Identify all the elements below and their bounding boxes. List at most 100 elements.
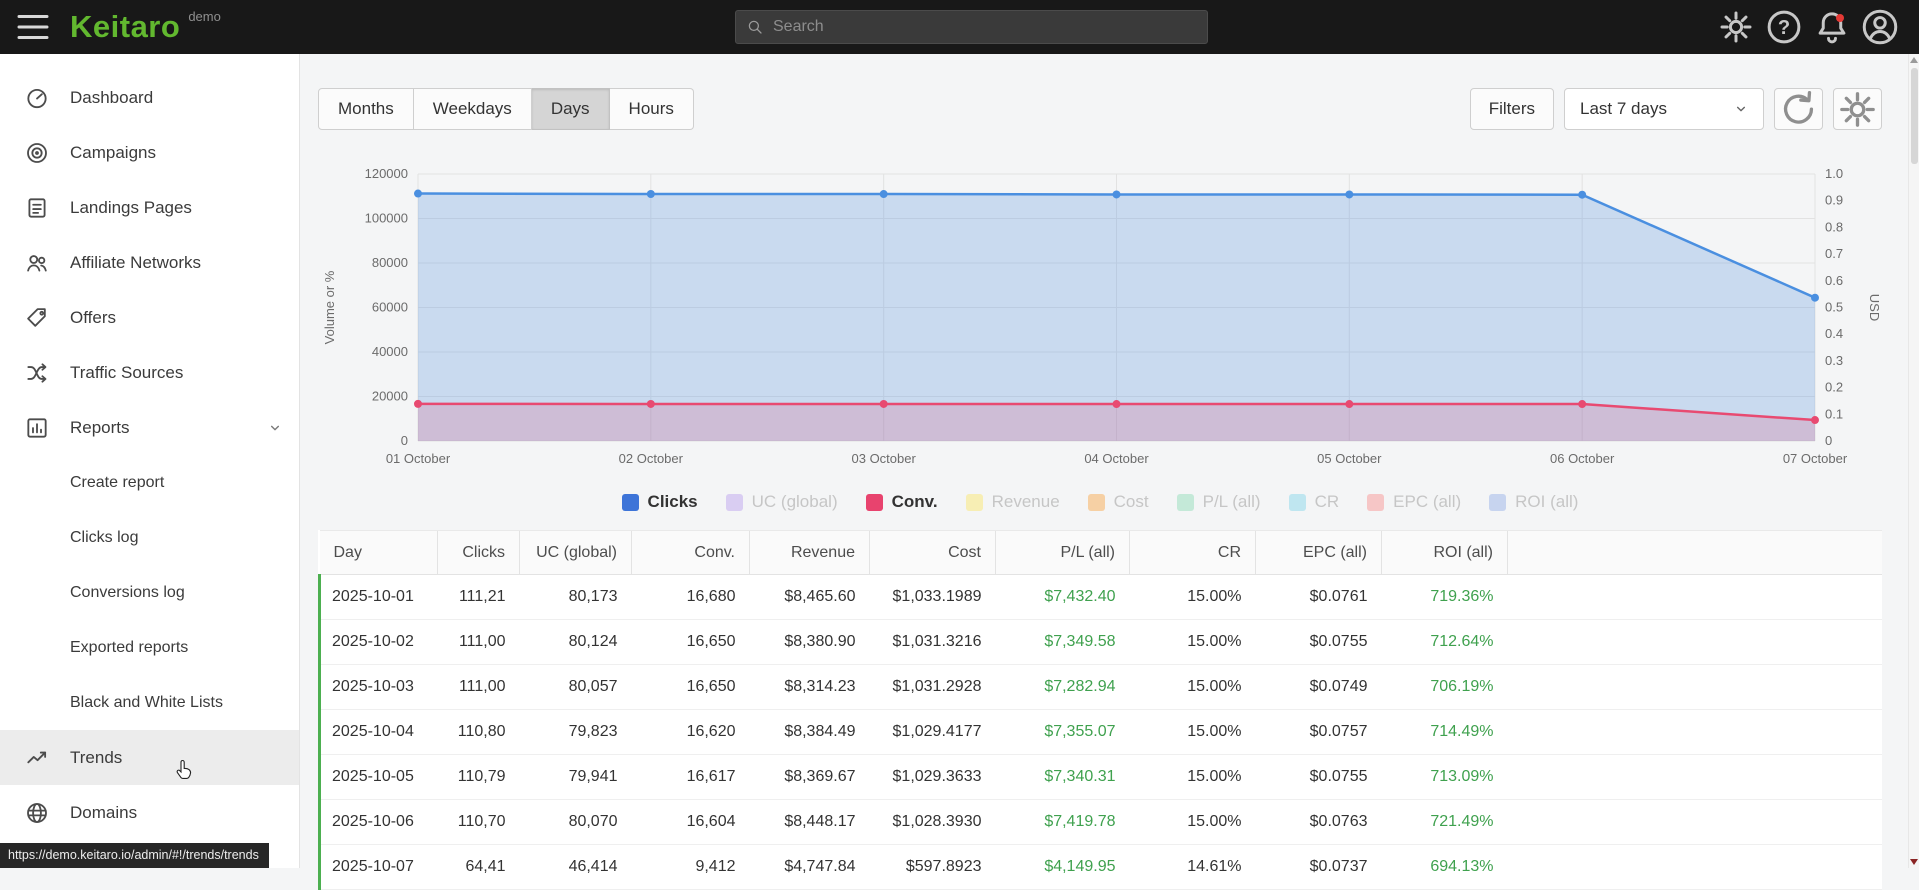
sidebar-item-domains[interactable]: Domains (0, 785, 299, 840)
sidebar-item-landings-pages[interactable]: Landings Pages (0, 180, 299, 235)
column-header-conv[interactable]: Conv. (632, 531, 750, 575)
traffic-icon (24, 360, 50, 386)
sidebar-item-create-report[interactable]: Create report (0, 455, 299, 510)
sidebar-item-exported-reports[interactable]: Exported reports (0, 620, 299, 675)
svg-text:06 October: 06 October (1550, 451, 1615, 466)
tab-days[interactable]: Days (532, 88, 610, 130)
table-cell: $4,149.95 (996, 845, 1130, 890)
svg-text:07 October: 07 October (1783, 451, 1848, 466)
scrollbar[interactable] (1908, 54, 1919, 868)
sidebar-item-affiliate-networks[interactable]: Affiliate Networks (0, 235, 299, 290)
topbar-actions: ? (1715, 6, 1907, 48)
legend-item-uc-global[interactable]: UC (global) (726, 492, 838, 512)
legend-label: UC (global) (752, 492, 838, 512)
table-cell: 714.49% (1382, 710, 1508, 755)
column-header-filler (1508, 531, 1883, 575)
sidebar-item-label: Trends (70, 748, 122, 768)
svg-text:?: ? (1778, 17, 1790, 39)
trends-chart: 01 October02 October03 October04 October… (318, 160, 1898, 478)
svg-text:USD: USD (1867, 294, 1882, 321)
column-header-p-l-all[interactable]: P/L (all) (996, 531, 1130, 575)
trends-chart-block: 01 October02 October03 October04 October… (318, 160, 1898, 512)
table-cell: 719.36% (1382, 575, 1508, 620)
report-toolbar: MonthsWeekdaysDaysHours Filters Last 7 d… (318, 88, 1882, 130)
table-cell: 111,00 (438, 620, 520, 665)
table-cell: $8,384.49 (750, 710, 870, 755)
sidebar-item-dashboard[interactable]: Dashboard (0, 70, 299, 125)
sidebar-item-offers[interactable]: Offers (0, 290, 299, 345)
legend-item-cr[interactable]: CR (1289, 492, 1340, 512)
table-cell: 110,80 (438, 710, 520, 755)
table-row: 2025-10-02111,0080,12416,650$8,380.90$1,… (320, 620, 1883, 665)
legend-item-revenue[interactable]: Revenue (966, 492, 1060, 512)
search-input[interactable] (773, 18, 1197, 36)
column-header-epc-all[interactable]: EPC (all) (1256, 531, 1382, 575)
svg-text:0.8: 0.8 (1825, 219, 1843, 234)
sidebar-item-conversions-log[interactable]: Conversions log (0, 565, 299, 620)
affiliates-icon (24, 250, 50, 276)
table-cell: $7,419.78 (996, 800, 1130, 845)
svg-text:0.9: 0.9 (1825, 193, 1843, 208)
tab-weekdays[interactable]: Weekdays (414, 88, 532, 130)
sidebar-nav: DashboardCampaignsLandings PagesAffiliat… (0, 54, 300, 868)
table-cell-filler (1508, 710, 1883, 755)
table-cell: 2025-10-01 (320, 575, 438, 620)
refresh-button[interactable] (1774, 88, 1823, 130)
sidebar-item-campaigns[interactable]: Campaigns (0, 125, 299, 180)
table-cell: $1,029.4177 (870, 710, 996, 755)
gear-icon (1715, 6, 1757, 48)
sidebar-item-label: Exported reports (70, 639, 188, 657)
legend-item-conv[interactable]: Conv. (866, 492, 938, 512)
global-search (735, 10, 1208, 44)
chart-settings-button[interactable] (1833, 88, 1882, 130)
legend-swatch (726, 494, 743, 511)
table-cell: 15.00% (1130, 755, 1256, 800)
table-row: 2025-10-03111,0080,05716,650$8,314.23$1,… (320, 665, 1883, 710)
notifications-button[interactable] (1811, 6, 1853, 48)
column-header-clicks[interactable]: Clicks (438, 531, 520, 575)
tab-months[interactable]: Months (318, 88, 414, 130)
sidebar-item-clicks-log[interactable]: Clicks log (0, 510, 299, 565)
svg-text:0.1: 0.1 (1825, 406, 1843, 421)
legend-item-p-l-all[interactable]: P/L (all) (1177, 492, 1261, 512)
column-header-cost[interactable]: Cost (870, 531, 996, 575)
svg-text:60000: 60000 (372, 300, 408, 315)
table-cell: $7,340.31 (996, 755, 1130, 800)
brand-logo[interactable]: Keitaro (70, 9, 180, 45)
legend-item-clicks[interactable]: Clicks (622, 492, 698, 512)
column-header-day[interactable]: Day (320, 531, 438, 575)
column-header-revenue[interactable]: Revenue (750, 531, 870, 575)
column-header-cr[interactable]: CR (1130, 531, 1256, 575)
sidebar-item-label: Offers (70, 308, 116, 328)
sidebar-item-black-and-white-lists[interactable]: Black and White Lists (0, 675, 299, 730)
help-button[interactable]: ? (1763, 6, 1805, 48)
tab-hours[interactable]: Hours (610, 88, 694, 130)
column-header-roi-all[interactable]: ROI (all) (1382, 531, 1508, 575)
settings-button[interactable] (1715, 6, 1757, 48)
scroll-down-arrow[interactable] (1910, 859, 1918, 865)
table-cell-filler (1508, 620, 1883, 665)
legend-item-cost[interactable]: Cost (1088, 492, 1149, 512)
scroll-thumb[interactable] (1911, 68, 1918, 164)
scroll-up-arrow[interactable] (1910, 57, 1918, 63)
legend-label: Conv. (892, 492, 938, 512)
table-cell: 2025-10-05 (320, 755, 438, 800)
date-range-select[interactable]: Last 7 days (1564, 88, 1764, 130)
sidebar-item-trends[interactable]: Trends (0, 730, 299, 785)
legend-item-epc-all[interactable]: EPC (all) (1367, 492, 1461, 512)
menu-button[interactable] (12, 6, 54, 48)
table-cell: 110,79 (438, 755, 520, 800)
table-cell: $8,369.67 (750, 755, 870, 800)
table-cell: 80,070 (520, 800, 632, 845)
trends-icon (24, 745, 50, 771)
sidebar-item-label: Traffic Sources (70, 363, 183, 383)
dashboard-icon (24, 85, 50, 111)
table-cell: $8,380.90 (750, 620, 870, 665)
filters-button[interactable]: Filters (1470, 88, 1554, 130)
column-header-uc-global[interactable]: UC (global) (520, 531, 632, 575)
sidebar-item-reports[interactable]: Reports (0, 400, 299, 455)
sidebar-item-traffic-sources[interactable]: Traffic Sources (0, 345, 299, 400)
legend-item-roi-all[interactable]: ROI (all) (1489, 492, 1578, 512)
legend-label: CR (1315, 492, 1340, 512)
account-button[interactable] (1859, 6, 1901, 48)
